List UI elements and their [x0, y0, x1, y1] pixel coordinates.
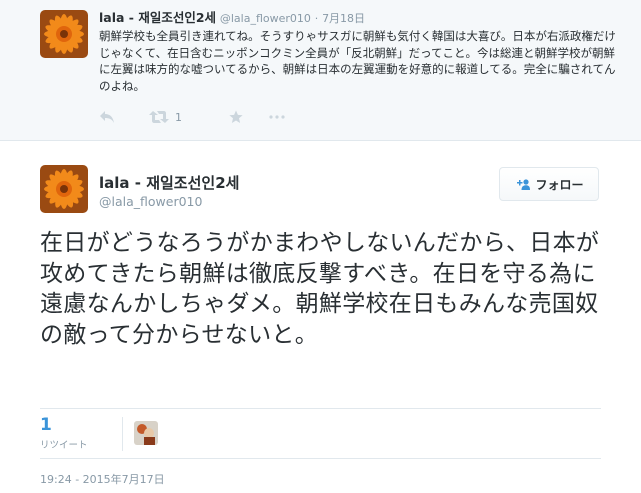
- parent-avatar[interactable]: [40, 10, 88, 58]
- parent-tweet[interactable]: lala - 재일조선인2세 @lala_flower010 · 7月18日 朝…: [0, 0, 641, 141]
- retweet-button[interactable]: 1: [149, 110, 229, 124]
- tweet-timestamp[interactable]: 19:24 - 2015年7月17日: [40, 471, 165, 487]
- main-avatar[interactable]: [40, 165, 88, 213]
- retweet-stat[interactable]: 1 リツイート: [40, 415, 88, 451]
- parent-separator: ·: [314, 12, 319, 25]
- reply-icon: [100, 111, 114, 123]
- retweeter-avatar[interactable]: [134, 421, 158, 445]
- favorite-icon: [229, 110, 243, 123]
- more-icon: [269, 115, 285, 119]
- parent-retweet-count: 1: [175, 110, 182, 124]
- favorite-button[interactable]: [229, 110, 269, 124]
- retweet-count: 1: [40, 415, 52, 435]
- parent-header: lala - 재일조선인2세 @lala_flower010 · 7月18日: [99, 10, 365, 27]
- follow-button[interactable]: フォロー: [499, 167, 599, 201]
- retweet-icon: [149, 111, 169, 123]
- parent-handle[interactable]: @lala_flower010: [220, 12, 311, 25]
- main-tweet-text: 在日がどうなろうがかまわやしないんだから、日本が攻めてきたら朝鮮は徹底反撃すべき…: [40, 230, 600, 348]
- follow-label: フォロー: [535, 177, 584, 192]
- parent-tweet-text: 朝鮮学校も全員引き連れてね。そうすりゃサスガに朝鮮も気付く韓国は大喜び。日本が右…: [99, 29, 616, 93]
- parent-actions: 1: [99, 108, 299, 126]
- tweet-stats: 1 リツイート: [40, 408, 601, 459]
- parent-display-name[interactable]: lala - 재일조선인2세: [99, 10, 216, 25]
- retweet-label: リツイート: [40, 440, 88, 451]
- main-display-name[interactable]: lala - 재일조선인2세: [99, 172, 239, 193]
- stats-divider: [122, 417, 123, 451]
- more-button[interactable]: [269, 115, 299, 119]
- reply-button[interactable]: [99, 110, 149, 124]
- main-handle[interactable]: @lala_flower010: [99, 194, 202, 209]
- parent-time[interactable]: 7月18日: [322, 12, 365, 25]
- follow-user-icon: [514, 178, 531, 190]
